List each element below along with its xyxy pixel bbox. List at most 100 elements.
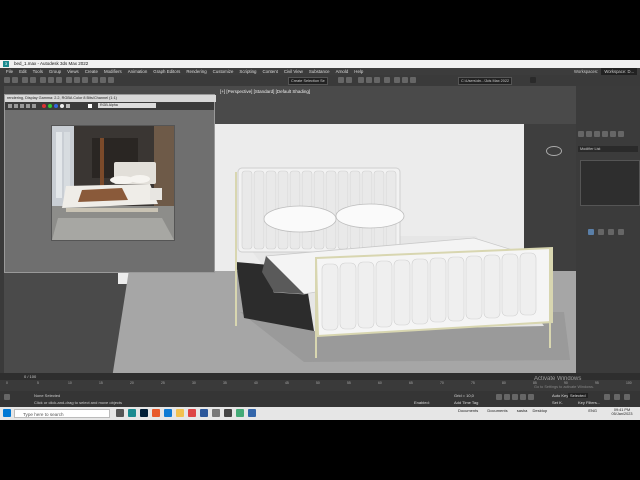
pin-stack-icon[interactable] [588,229,594,235]
modifier-list-dropdown[interactable]: Modifier List [578,146,638,152]
maxscript-listener-icon[interactable] [4,394,10,400]
hierarchy-tab-icon[interactable] [594,131,600,137]
unlink-icon[interactable] [30,77,36,83]
menu-modifiers[interactable]: Modifiers [104,68,122,75]
move-icon[interactable] [66,77,72,83]
rotate-icon[interactable] [74,77,80,83]
undo-icon[interactable] [4,77,10,83]
scale-icon[interactable] [82,77,88,83]
go-to-start-icon[interactable] [496,394,502,400]
taskbar-search-input[interactable]: Type here to search [14,409,110,418]
save-image-icon[interactable] [8,104,12,108]
angle-snap-icon[interactable] [100,77,106,83]
print-image-icon[interactable] [26,104,30,108]
go-to-end-icon[interactable] [528,394,534,400]
tray-item[interactable]: sasha [517,408,528,413]
add-time-tag[interactable]: Add Time Tag [454,400,478,405]
rectangular-selection-icon[interactable] [56,77,62,83]
tray-item[interactable]: Documents [487,408,507,413]
windows-start-icon[interactable] [3,409,11,417]
layer-explorer-icon[interactable] [358,77,364,83]
chrome-taskbar-icon[interactable] [188,409,196,417]
red-channel-icon[interactable] [42,104,46,108]
rendered-frame-window-icon[interactable] [402,77,408,83]
zoom-icon[interactable] [604,394,610,400]
next-frame-icon[interactable] [520,394,526,400]
make-unique-icon[interactable] [608,229,614,235]
pan-icon[interactable] [614,394,620,400]
menu-animation[interactable]: Animation [128,68,148,75]
menu-arnold[interactable]: Arnold [336,68,349,75]
selection-set-dropdown[interactable]: Create Selection Se [288,77,328,85]
snap-toggle-icon[interactable] [92,77,98,83]
modifier-stack[interactable] [580,160,640,206]
menu-tools[interactable]: Tools [33,68,43,75]
previous-frame-icon[interactable] [504,394,510,400]
green-channel-icon[interactable] [48,104,52,108]
taskbar-clock[interactable]: 09:41 PM 05/Jan/2023 [606,408,638,416]
display-tab-icon[interactable] [610,131,616,137]
selection-keys-dropdown[interactable]: Selected [568,393,588,398]
utilities-tab-icon[interactable] [618,131,624,137]
app3-taskbar-icon[interactable] [248,409,256,417]
mirror-icon[interactable] [338,77,344,83]
word-taskbar-icon[interactable] [200,409,208,417]
play-icon[interactable] [512,394,518,400]
app2-taskbar-icon[interactable] [236,409,244,417]
path-browse-icon[interactable] [530,77,536,83]
menu-rendering[interactable]: Rendering [186,68,206,75]
menu-edit[interactable]: Edit [19,68,27,75]
workspace-selector[interactable]: Workspaces: Workspace: D... [574,68,638,75]
time-counter[interactable]: 0 / 100 [24,374,36,379]
redo-icon[interactable] [12,77,18,83]
render-setup-icon[interactable] [394,77,400,83]
menu-help[interactable]: Help [354,68,363,75]
curve-editor-icon[interactable] [366,77,372,83]
show-end-result-icon[interactable] [598,229,604,235]
display-channel-dropdown[interactable]: RGB Alpha [98,103,156,108]
clear-icon[interactable] [32,104,36,108]
tray-item[interactable]: Documents [458,408,478,413]
office-taskbar-icon[interactable] [152,409,160,417]
copy-image-icon[interactable] [14,104,18,108]
menu-file[interactable]: File [6,68,13,75]
task-view-icon[interactable] [116,409,124,417]
align-icon[interactable] [346,77,352,83]
menu-civil-view[interactable]: Civil View [284,68,303,75]
3dsmax-taskbar-icon[interactable] [128,409,136,417]
settings-taskbar-icon[interactable] [212,409,220,417]
tray-item[interactable]: Desktop [533,408,548,413]
create-tab-icon[interactable] [578,131,584,137]
orbit-icon[interactable] [624,394,630,400]
menu-substance[interactable]: Substance [309,68,330,75]
language-indicator[interactable]: ENG [588,408,597,413]
monochrome-icon[interactable] [66,104,70,108]
edge-taskbar-icon[interactable] [164,409,172,417]
menu-group[interactable]: Group [49,68,61,75]
link-icon[interactable] [22,77,28,83]
set-key-button[interactable]: Set K. [552,400,563,405]
clone-window-icon[interactable] [20,104,24,108]
remove-modifier-icon[interactable] [618,229,624,235]
menu-customize[interactable]: Customize [213,68,234,75]
auto-key-button[interactable]: Auto Key [552,393,568,398]
project-path-dropdown[interactable]: C:\Users\dn...\3ds Max 2022 [458,77,513,85]
render-production-icon[interactable] [410,77,416,83]
motion-tab-icon[interactable] [602,131,608,137]
modify-tab-icon[interactable] [586,131,592,137]
menu-content[interactable]: Content [262,68,277,75]
workspace-dropdown[interactable]: Workspace: D... [601,68,638,75]
percent-snap-icon[interactable] [108,77,114,83]
key-filters-button[interactable]: Key Filters... [578,400,600,405]
blue-channel-icon[interactable] [54,104,58,108]
app-taskbar-icon[interactable] [224,409,232,417]
select-by-name-icon[interactable] [48,77,54,83]
rendered-frame-window[interactable]: rendering, Display Gamma: 2.2, RGBA Colo… [4,94,216,273]
menu-create[interactable]: Create [85,68,98,75]
select-object-icon[interactable] [40,77,46,83]
swatch-icon[interactable] [88,104,92,108]
alpha-channel-icon[interactable] [60,104,64,108]
schematic-view-icon[interactable] [374,77,380,83]
photoshop-taskbar-icon[interactable] [140,409,148,417]
material-editor-icon[interactable] [384,77,390,83]
